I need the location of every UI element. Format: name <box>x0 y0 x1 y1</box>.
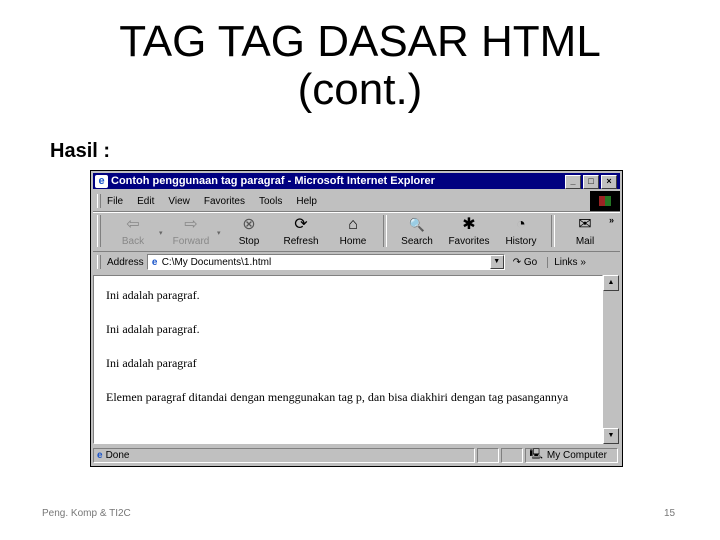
computer-icon: 🖳 <box>529 449 543 460</box>
window-title: Contoh penggunaan tag paragraf - Microso… <box>111 175 435 187</box>
address-bar: Address e C:\My Documents\1.html ▼ ↷ Go … <box>93 252 620 272</box>
refresh-button[interactable]: ⟳ Refresh <box>275 213 327 247</box>
search-icon: 🔍 <box>408 217 426 232</box>
status-text: Done <box>105 450 130 461</box>
stop-button[interactable]: ⊗ Stop <box>223 213 275 247</box>
windows-logo-icon <box>590 191 620 211</box>
status-text-panel: e Done <box>93 448 475 463</box>
slide-page-number: 15 <box>664 508 676 519</box>
browser-window: e Contoh penggunaan tag paragraf - Micro… <box>90 170 623 467</box>
address-dropdown-button[interactable]: ▼ <box>489 255 504 269</box>
status-panel-empty <box>500 448 523 463</box>
status-panel-empty <box>476 448 499 463</box>
home-icon: ⌂ <box>348 216 358 233</box>
arrow-right-icon: ⇨ <box>184 216 198 233</box>
toolbar-more-icon[interactable]: » <box>609 215 614 225</box>
toolbar-separator <box>383 215 387 247</box>
page-content: Ini adalah paragraf. Ini adalah paragraf… <box>93 275 603 444</box>
zone-panel: 🖳 My Computer <box>524 448 619 463</box>
menu-help[interactable]: Help <box>296 196 317 207</box>
menu-edit[interactable]: Edit <box>137 196 154 207</box>
minimize-button[interactable]: _ <box>565 175 581 189</box>
ie-page-icon: e <box>97 450 103 461</box>
slide-footer: Peng. Komp & TI2C <box>42 508 131 519</box>
mail-button[interactable]: ✉ Mail <box>559 213 611 247</box>
back-button[interactable]: ⇦ Back <box>107 213 159 247</box>
menu-file[interactable]: File <box>107 196 123 207</box>
mail-icon: ✉ <box>578 216 592 233</box>
slide-title-line1: TAG TAG DASAR HTML <box>119 17 601 66</box>
address-label: Address <box>107 256 144 268</box>
stop-icon: ⊗ <box>242 216 256 233</box>
toolbar-separator <box>551 215 555 247</box>
search-button[interactable]: 🔍 Search <box>391 213 443 247</box>
home-button[interactable]: ⌂ Home <box>327 213 379 247</box>
forward-button[interactable]: ⇨ Forward <box>165 213 217 247</box>
ie-logo-icon: e <box>95 174 108 188</box>
status-bar: e Done 🖳 My Computer <box>93 447 620 464</box>
paragraph: Ini adalah paragraf. <box>106 322 200 336</box>
paragraph: Elemen paragraf ditandai dengan mengguna… <box>106 390 569 404</box>
arrow-left-icon: ⇦ <box>126 216 140 233</box>
favorites-icon: ✱ <box>462 216 476 233</box>
menubar-grip[interactable] <box>97 194 101 208</box>
vertical-scrollbar[interactable]: ▲ ▼ <box>603 275 619 444</box>
menu-view[interactable]: View <box>168 196 190 207</box>
standard-toolbar: ⇦ Back ▾ ⇨ Forward ▾ ⊗ Stop ⟳ Refresh ⌂ … <box>93 212 620 252</box>
go-button[interactable]: ↷ Go <box>513 257 538 268</box>
scroll-down-button[interactable]: ▼ <box>603 428 619 444</box>
favorites-button[interactable]: ✱ Favorites <box>443 213 495 247</box>
links-button[interactable]: Links » <box>547 256 586 268</box>
address-input[interactable]: e C:\My Documents\1.html ▼ <box>146 254 505 270</box>
history-icon: ◔ <box>516 216 526 233</box>
menu-bar: File Edit View Favorites Tools Help <box>93 191 620 212</box>
refresh-icon: ⟳ <box>294 216 308 233</box>
menu-favorites[interactable]: Favorites <box>204 196 245 207</box>
go-arrow-icon: ↷ <box>512 256 522 268</box>
scroll-up-button[interactable]: ▲ <box>603 275 619 291</box>
title-bar[interactable]: e Contoh penggunaan tag paragraf - Micro… <box>93 173 620 189</box>
paragraph: Ini adalah paragraf. <box>106 288 200 302</box>
history-button[interactable]: ◔ History <box>495 213 547 247</box>
menu-tools[interactable]: Tools <box>259 196 282 207</box>
slide-title: TAG TAG DASAR HTML (cont.) <box>0 18 720 114</box>
slide-title-line2: (cont.) <box>297 65 423 114</box>
maximize-button[interactable]: □ <box>583 175 599 189</box>
page-icon: e <box>151 256 158 268</box>
paragraph: Ini adalah paragraf <box>106 356 197 370</box>
result-label: Hasil : <box>50 140 111 162</box>
zone-text: My Computer <box>546 450 607 461</box>
close-button[interactable]: × <box>601 175 617 189</box>
address-value: C:\My Documents\1.html <box>161 256 272 268</box>
addressbar-grip[interactable] <box>97 255 101 269</box>
toolbar-grip[interactable] <box>97 215 101 247</box>
